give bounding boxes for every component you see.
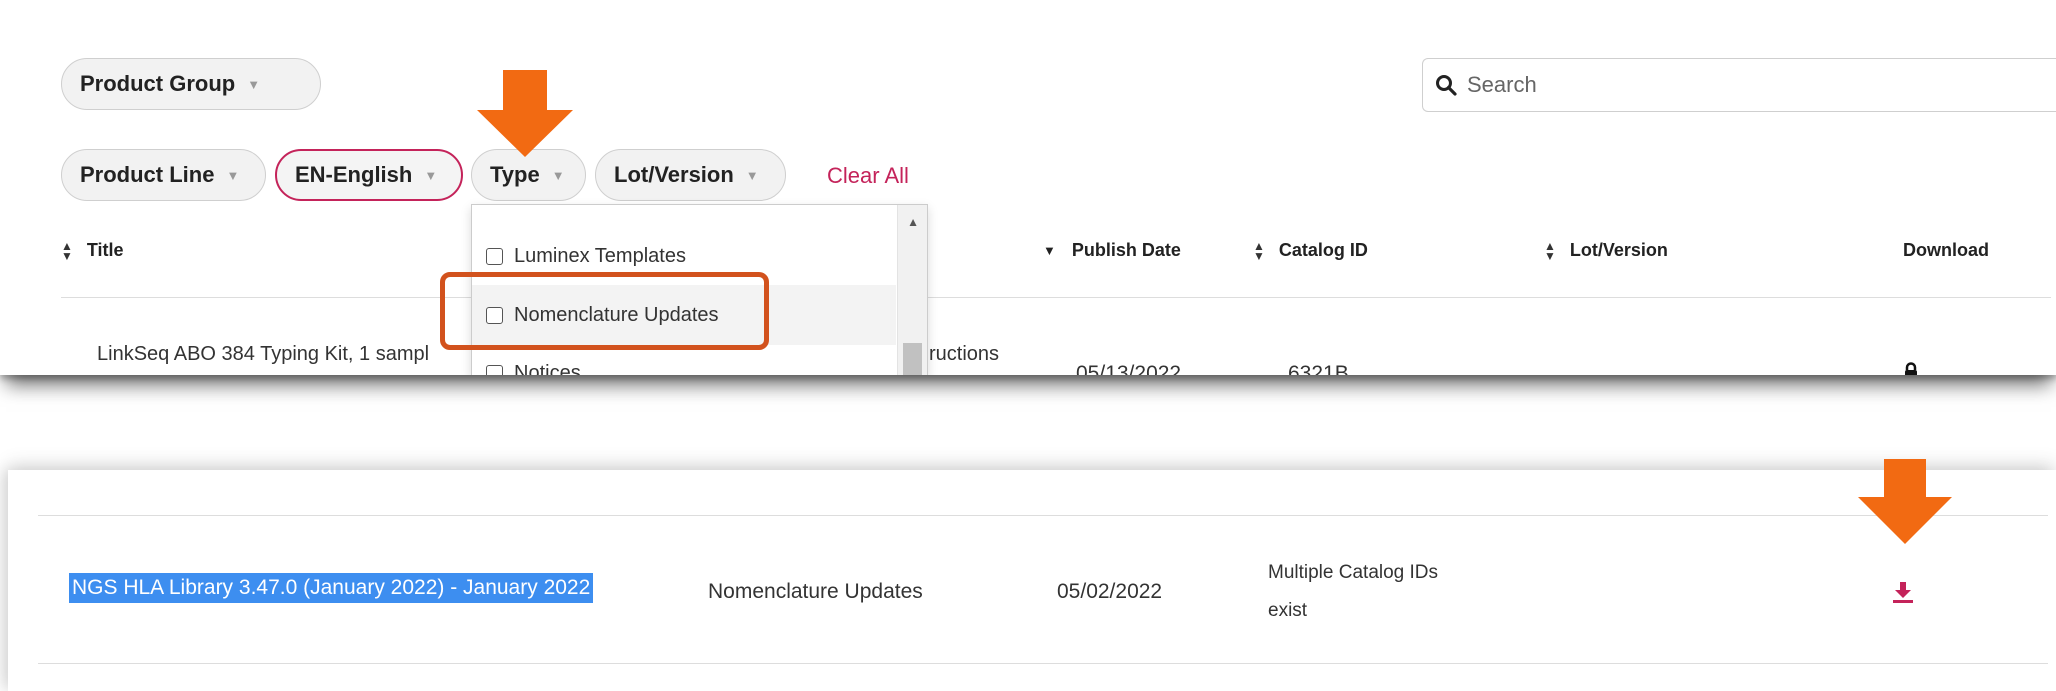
highlight-box — [440, 272, 769, 350]
title-header-label: Title — [86, 240, 124, 260]
title-column-header[interactable]: ▲ ▼ Title — [61, 238, 124, 263]
option-label: Notices — [514, 362, 581, 375]
row-type: ructions — [929, 343, 1000, 365]
top-panel: Product Group ▼ Product Line ▼ EN-Englis… — [0, 0, 2056, 375]
download-header-label: Download — [1903, 240, 1989, 260]
chevron-down-icon: ▼ — [551, 167, 565, 183]
lot-version-label: Lot/Version — [614, 162, 734, 187]
search-box[interactable] — [1422, 58, 2056, 112]
publish-date-header-label: Publish Date — [1071, 240, 1181, 260]
row-catalog-id: Multiple Catalog IDs — [1268, 562, 1439, 583]
row-title[interactable]: LinkSeq ABO 384 Typing Kit, 1 sampl — [97, 343, 429, 366]
lock-icon[interactable] — [1902, 362, 1920, 375]
checkbox[interactable] — [486, 248, 503, 265]
chevron-down-icon: ▼ — [247, 76, 261, 92]
download-column-header: Download — [1903, 240, 1989, 261]
arrow-down-icon — [1858, 459, 1952, 544]
arrow-down-icon — [477, 70, 573, 157]
chevron-down-icon: ▼ — [745, 167, 759, 183]
scroll-up-icon[interactable]: ▲ — [907, 215, 919, 229]
product-line-label: Product Line — [80, 162, 215, 187]
product-line-filter[interactable]: Product Line ▼ — [61, 149, 266, 201]
search-input[interactable] — [1465, 71, 2029, 99]
row-catalog-id-continued: exist — [1268, 600, 1308, 621]
option-label: Luminex Templates — [514, 245, 686, 267]
row-catalog-id: 6321B — [1288, 362, 1349, 375]
checkbox[interactable] — [486, 365, 503, 375]
row-divider — [38, 515, 2048, 516]
dropdown-scrollbar[interactable]: ▲ — [897, 205, 927, 375]
product-group-label: Product Group — [80, 71, 236, 96]
publish-date-column-header[interactable]: ▼ Publish Date — [1043, 240, 1181, 261]
language-filter[interactable]: EN-English ▼ — [275, 149, 463, 201]
row-divider — [38, 663, 2048, 664]
header-divider — [61, 297, 2051, 298]
lot-version-column-header[interactable]: ▲ ▼ Lot/Version — [1544, 238, 1668, 263]
product-group-filter[interactable]: Product Group ▼ — [61, 58, 321, 110]
dropdown-option[interactable]: Notices — [486, 362, 581, 375]
search-icon — [1436, 75, 1457, 96]
catalog-id-header-label: Catalog ID — [1278, 240, 1368, 260]
row-publish-date: 05/02/2022 — [1057, 580, 1163, 603]
dropdown-option[interactable]: Luminex Templates — [486, 245, 686, 268]
clear-all-link[interactable]: Clear All — [827, 163, 909, 189]
type-label: Type — [490, 162, 540, 187]
sort-icon: ▲ ▼ — [61, 238, 73, 263]
lot-version-header-label: Lot/Version — [1569, 240, 1668, 260]
lot-version-filter[interactable]: Lot/Version ▼ — [595, 149, 786, 201]
sort-desc-icon: ▼ — [1043, 243, 1056, 258]
sort-icon: ▲ ▼ — [1253, 238, 1265, 263]
language-label: EN-English — [295, 162, 413, 187]
selected-row-title[interactable]: NGS HLA Library 3.47.0 (January 2022) - … — [69, 573, 594, 603]
row-publish-date: 05/13/2022 — [1076, 362, 1182, 375]
download-icon[interactable] — [1891, 580, 1915, 604]
sort-icon: ▲ ▼ — [1544, 238, 1556, 263]
chevron-down-icon: ▼ — [226, 167, 240, 183]
catalog-id-column-header[interactable]: ▲ ▼ Catalog ID — [1253, 238, 1368, 263]
scrollbar-thumb[interactable] — [903, 343, 922, 375]
row-type: Nomenclature Updates — [708, 580, 923, 603]
chevron-down-icon: ▼ — [424, 167, 438, 183]
